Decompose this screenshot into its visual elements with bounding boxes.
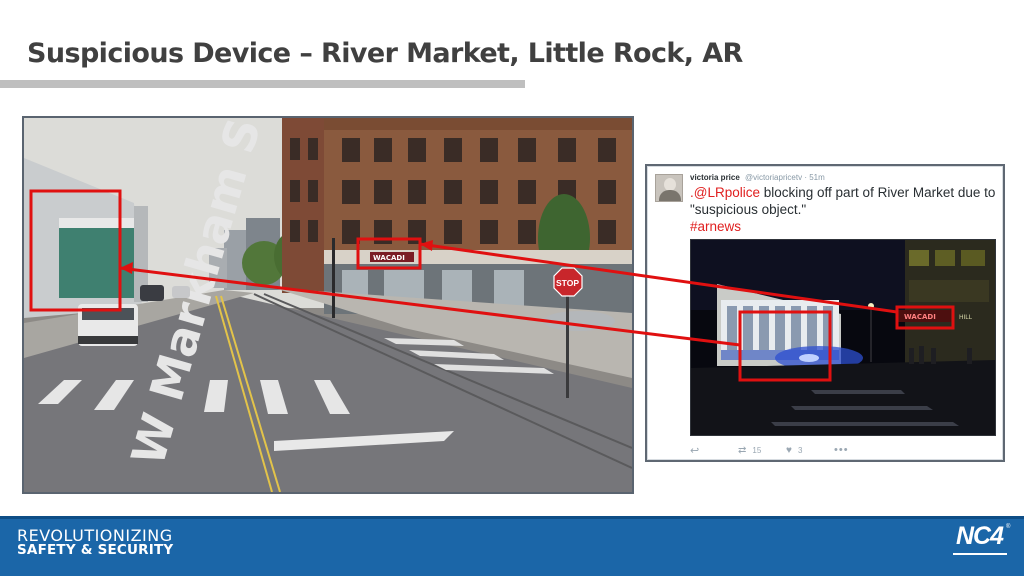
like-count: 3	[797, 445, 803, 455]
tweet-photo-sign-text: WACADI	[904, 313, 936, 321]
nc4-logo-underline	[953, 553, 1007, 555]
tweet-mention-link[interactable]: .@LRpolice	[690, 185, 760, 200]
tweet-actions: ↩ ⇄ 15 ♥ 3 •••	[690, 443, 890, 457]
tweet-avatar[interactable]	[655, 174, 683, 202]
tweet-photo[interactable]: WACADI HILL	[690, 239, 996, 436]
avatar-body	[659, 190, 681, 201]
street-view-photo: WACADI W Markham St STOP	[22, 116, 634, 494]
tweet-card: victoria price @victoriapricetv · 51m .@…	[645, 164, 1005, 462]
reply-icon[interactable]: ↩	[690, 444, 738, 457]
retweet-icon: ⇄	[738, 444, 747, 456]
storefront-sign-text: WACADI	[373, 254, 405, 262]
tweet-text: .@LRpolice blocking off part of River Ma…	[690, 184, 1000, 235]
tweet-timestamp[interactable]: 51m	[809, 173, 825, 182]
nc4-logo-trademark: ®	[1006, 524, 1011, 530]
tweet-photo-illustration: WACADI HILL	[691, 240, 995, 435]
like-button[interactable]: ♥ 3	[786, 445, 834, 456]
retweet-count: 15	[752, 445, 762, 455]
nc4-logo-text: NC4	[956, 522, 1004, 550]
footer-tagline-line2: SAFETY & SECURITY	[17, 542, 174, 558]
heart-icon: ♥	[786, 444, 792, 456]
tweet-photo-sign-right-text: HILL	[959, 314, 973, 321]
retweet-button[interactable]: ⇄ 15	[738, 445, 786, 456]
title-underline	[0, 80, 525, 88]
more-icon[interactable]: •••	[834, 444, 849, 456]
tweet-hashtag-link[interactable]: #arnews	[690, 219, 741, 234]
tweet-author-handle[interactable]: @victoriapricetv	[745, 173, 802, 182]
footer-stripe	[0, 516, 1024, 519]
tweet-author-name[interactable]: victoria price	[690, 173, 740, 182]
tweet-meta: victoria price @victoriapricetv · 51m	[690, 173, 825, 182]
slide-title: Suspicious Device – River Market, Little…	[27, 38, 743, 69]
stop-sign-text: STOP	[556, 278, 579, 288]
street-view-illustration: WACADI W Markham St STOP	[24, 118, 632, 492]
